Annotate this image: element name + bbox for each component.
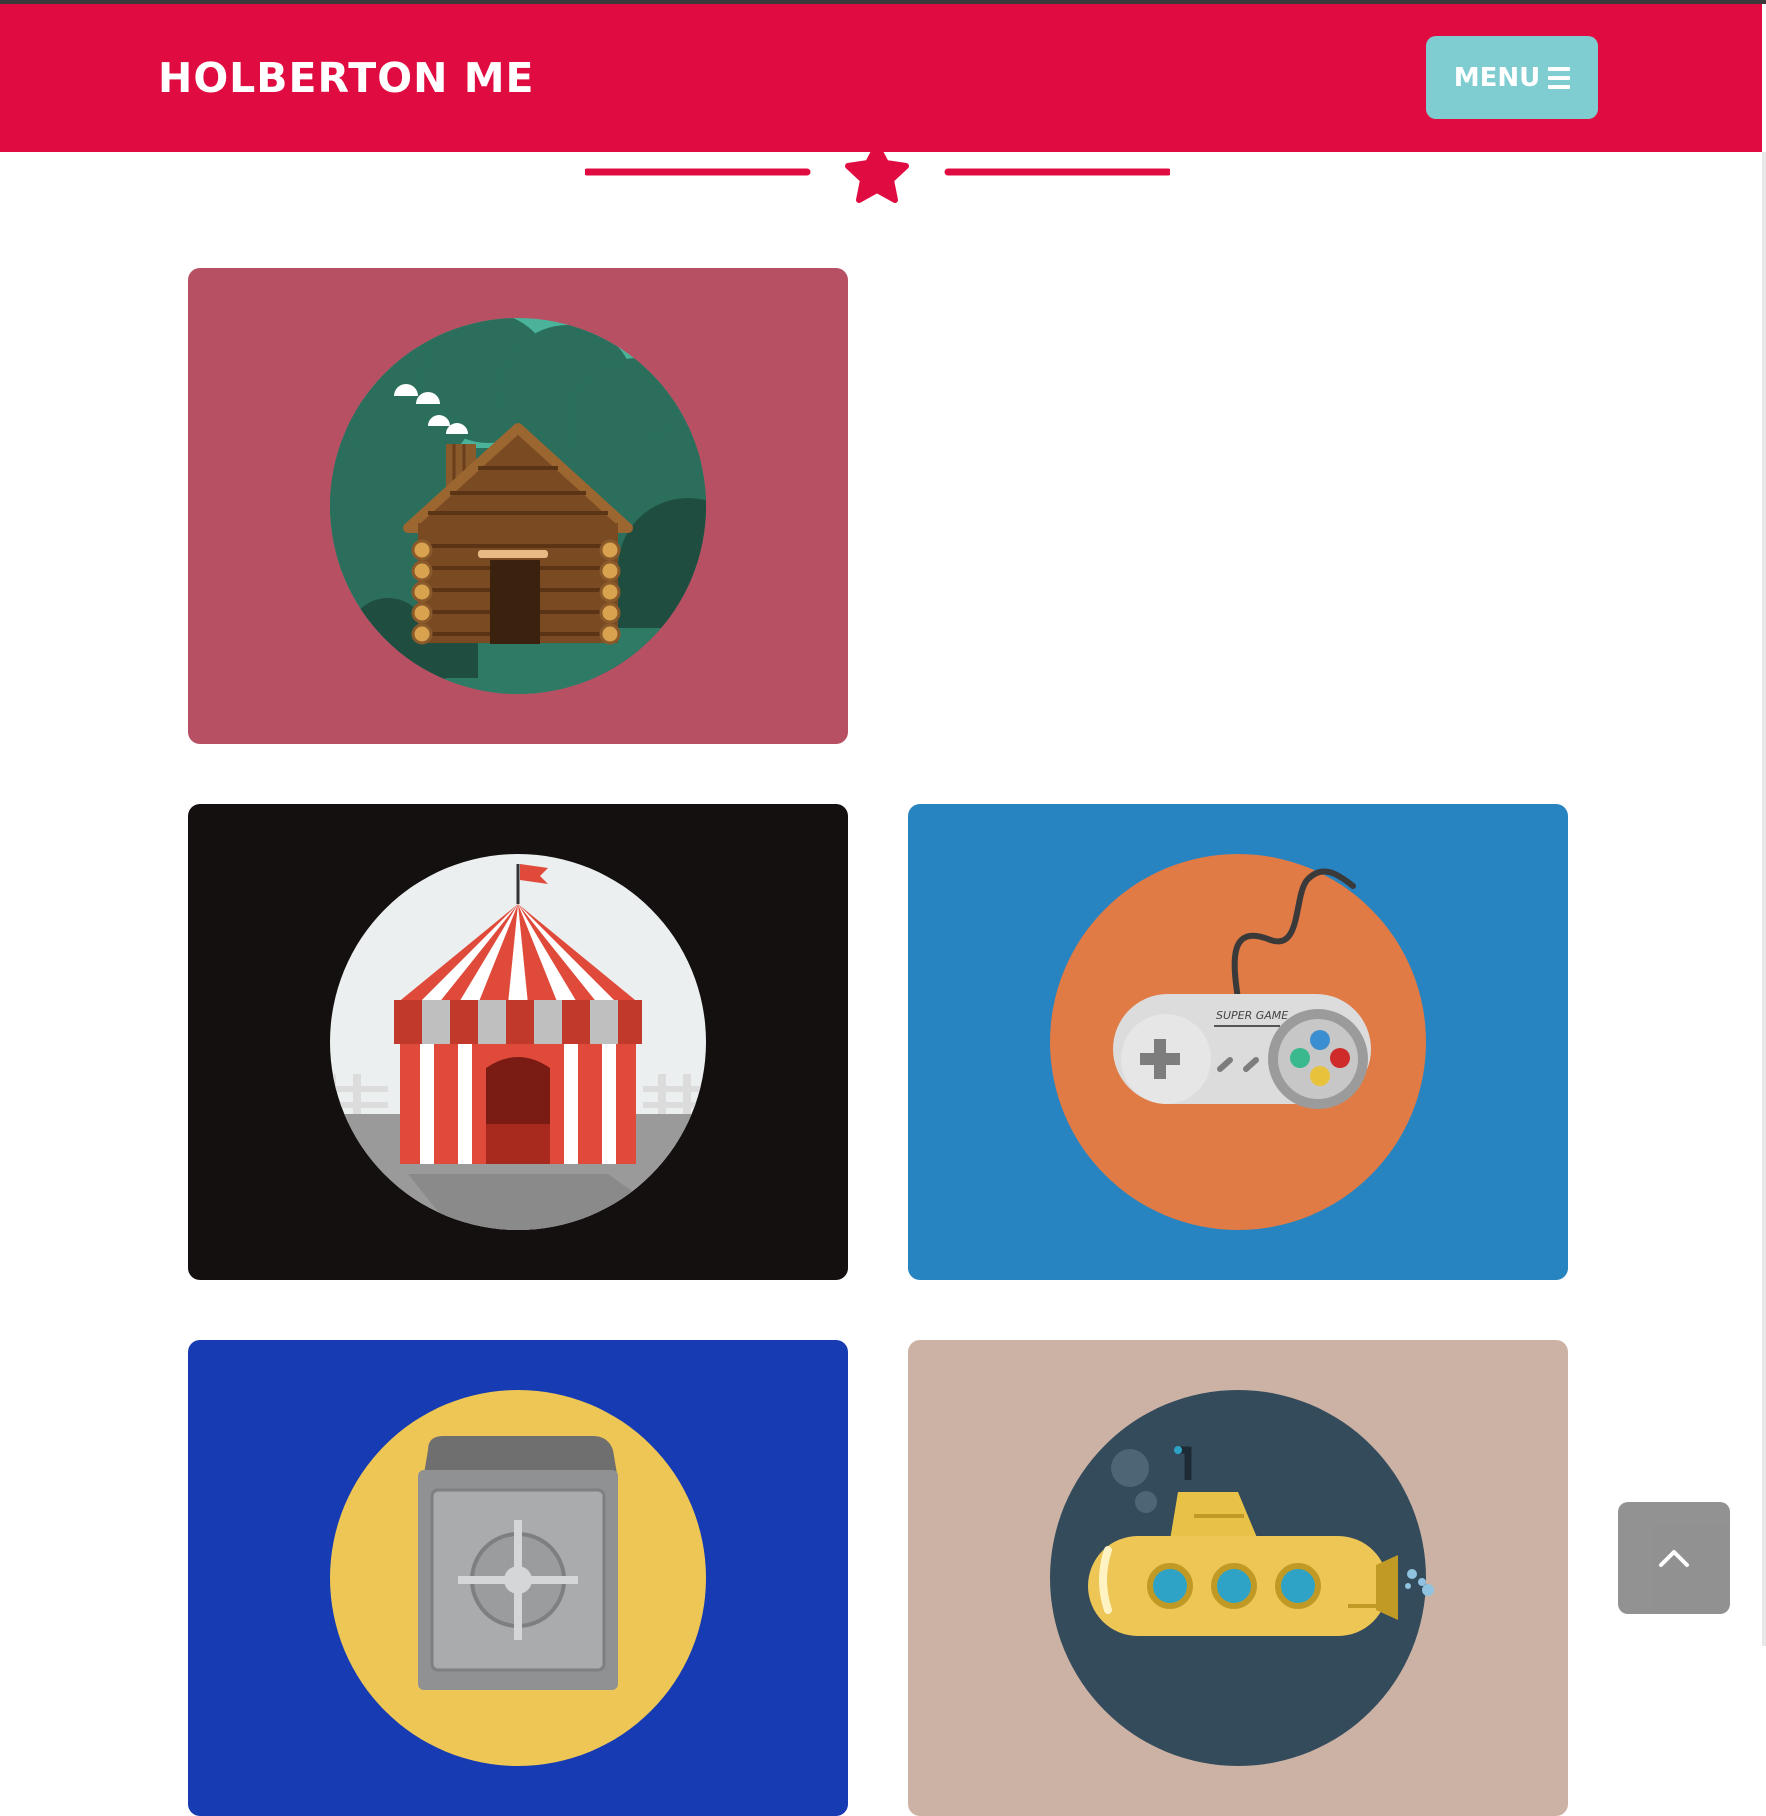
chevron-up-icon xyxy=(1659,1550,1689,1567)
portfolio-item-submarine[interactable] xyxy=(908,1340,1568,1816)
portfolio-item-safe[interactable] xyxy=(188,1340,848,1816)
safe-illustration xyxy=(188,1340,848,1816)
portfolio-item-cabin[interactable] xyxy=(188,268,848,744)
back-to-top-button[interactable] xyxy=(1618,1502,1730,1614)
scrollbar[interactable] xyxy=(1762,152,1766,1646)
submarine-illustration xyxy=(908,1340,1568,1816)
controller-label: SUPER GAME xyxy=(1216,1009,1288,1022)
hamburger-icon xyxy=(1548,66,1571,89)
star-icon xyxy=(845,146,909,203)
portfolio-item-controller[interactable]: SUPER GAME xyxy=(908,804,1568,1280)
section-divider xyxy=(585,146,1170,203)
controller-illustration: SUPER GAME xyxy=(908,804,1568,1280)
portfolio-item-circus[interactable] xyxy=(188,804,848,1280)
brand-title[interactable]: HOLBERTON ME xyxy=(158,54,535,102)
menu-label: MENU xyxy=(1453,62,1541,93)
cabin-illustration xyxy=(188,268,848,744)
circus-illustration xyxy=(188,804,848,1280)
navbar: HOLBERTON ME MENU xyxy=(0,4,1762,152)
menu-button[interactable]: MENU xyxy=(1426,36,1598,119)
